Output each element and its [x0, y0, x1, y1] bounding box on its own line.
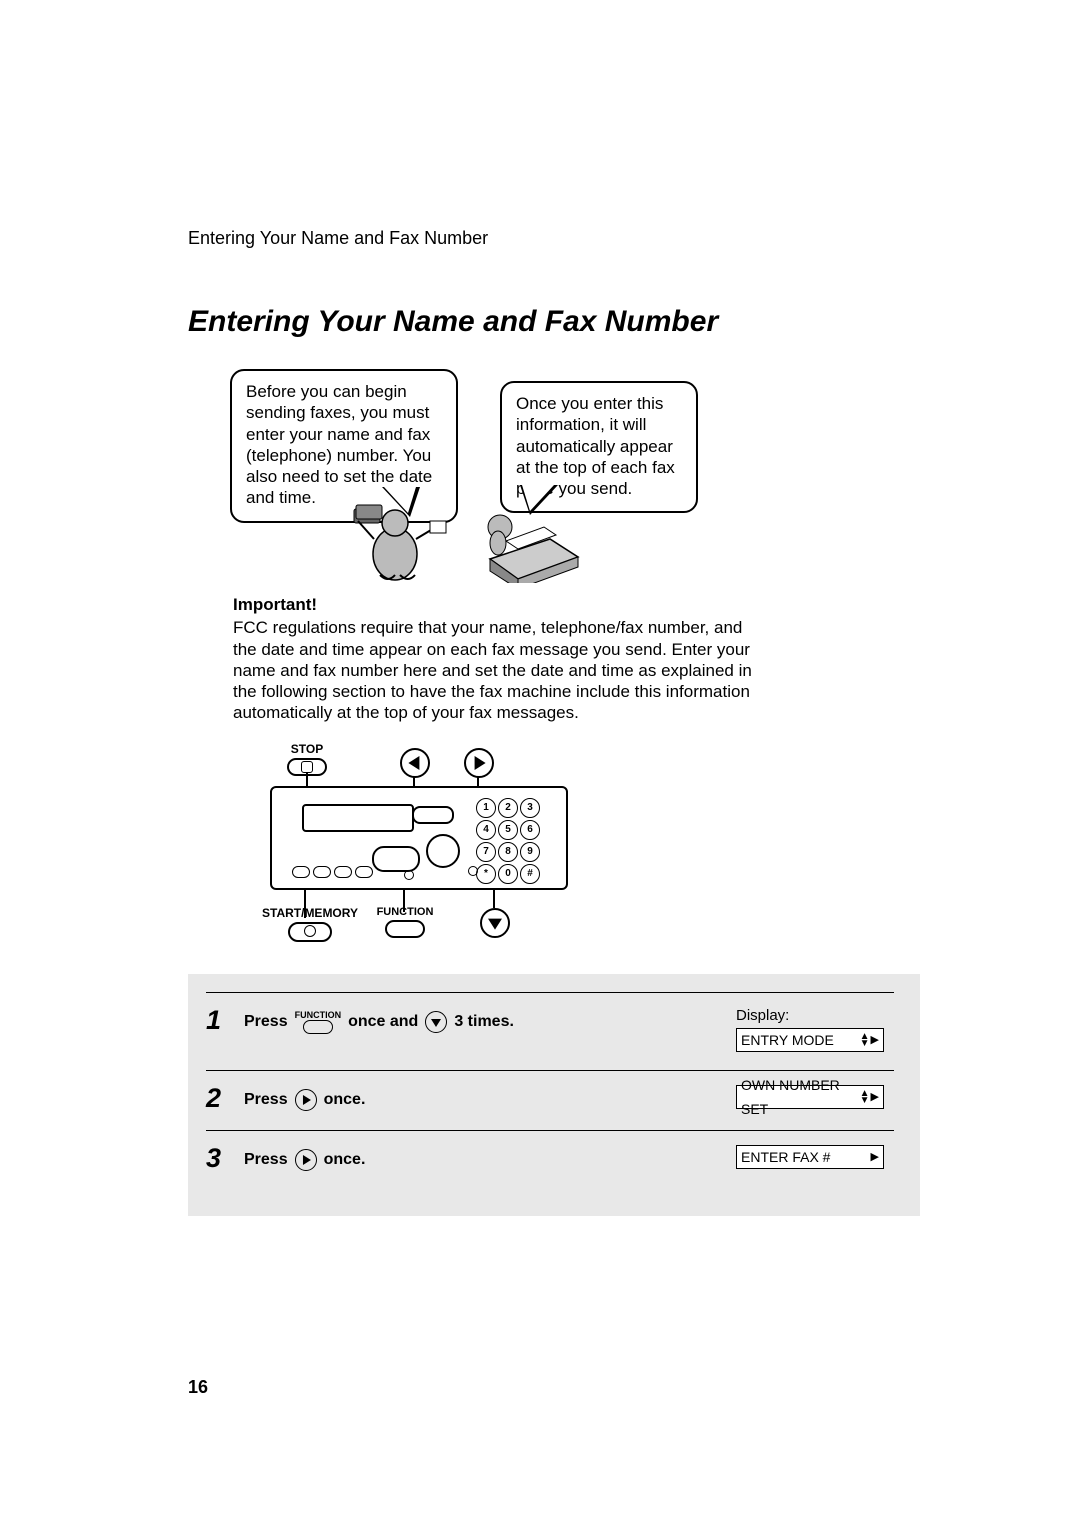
step-number: 2	[206, 1085, 230, 1112]
step-row: 2 Press once. OWN NUMBER SET▲▼▶	[206, 1070, 894, 1130]
keypad-key: 2	[498, 798, 518, 818]
running-header: Entering Your Name and Fax Number	[188, 228, 920, 249]
keypad-key: #	[520, 864, 540, 884]
important-note: Important! FCC regulations require that …	[233, 594, 755, 724]
display-box: ENTER FAX #▶	[736, 1145, 884, 1169]
page-title: Entering Your Name and Fax Number	[188, 305, 920, 339]
steps-block: 1 Press FUNCTION once and 3 times. Display…	[188, 974, 920, 1216]
nav-right-icon	[464, 748, 494, 778]
important-text: FCC regulations require that your name, …	[233, 618, 752, 722]
keypad-key: 1	[476, 798, 496, 818]
fax-machine-illustration	[470, 499, 590, 583]
step-display: Display: ENTRY MODE▲▼▶	[736, 1007, 894, 1052]
display-box: ENTRY MODE▲▼▶	[736, 1028, 884, 1052]
nav-down-icon	[425, 1011, 447, 1033]
device-diagram: STOP 123456789*0# START/MEMORY	[270, 742, 730, 950]
step-body: Press FUNCTION once and 3 times.	[244, 1007, 722, 1034]
diagram-start-memory-label: START/MEMORY	[260, 906, 360, 942]
step-number: 1	[206, 1007, 230, 1034]
display-box: OWN NUMBER SET▲▼▶	[736, 1085, 884, 1109]
step-number: 3	[206, 1145, 230, 1172]
keypad-key: 3	[520, 798, 540, 818]
nav-right-icon	[295, 1149, 317, 1171]
step-row: 1 Press FUNCTION once and 3 times. Display…	[206, 992, 894, 1070]
start-memory-button-icon	[288, 922, 332, 942]
step-display: OWN NUMBER SET▲▼▶	[736, 1085, 894, 1109]
diagram-stop-label: STOP	[280, 742, 334, 776]
keypad-key: 5	[498, 820, 518, 840]
keypad: 123 456 789 *0#	[476, 798, 540, 884]
page-number: 16	[188, 1377, 208, 1398]
keypad-key: 6	[520, 820, 540, 840]
function-button-icon	[385, 920, 425, 938]
step-row: 3 Press once. ENTER FAX #▶	[206, 1130, 894, 1190]
keypad-key: 0	[498, 864, 518, 884]
step-body: Press once.	[244, 1085, 722, 1111]
step-display: ENTER FAX #▶	[736, 1145, 894, 1169]
nav-right-icon	[295, 1089, 317, 1111]
important-label: Important!	[233, 594, 755, 615]
mascot-illustration	[340, 499, 450, 583]
step-body: Press once.	[244, 1145, 722, 1171]
diagram-function-label: FUNCTION	[370, 906, 440, 938]
function-button-icon: FUNCTION	[295, 1011, 342, 1034]
keypad-key: 7	[476, 842, 496, 862]
keypad-key: 4	[476, 820, 496, 840]
keypad-key: 9	[520, 842, 540, 862]
nav-left-icon	[400, 748, 430, 778]
display-label: Display:	[736, 1007, 789, 1024]
keypad-key: *	[476, 864, 496, 884]
keypad-key: 8	[498, 842, 518, 862]
intro-bubbles: Before you can begin sending faxes, you …	[230, 369, 920, 594]
nav-down-icon	[480, 908, 510, 938]
